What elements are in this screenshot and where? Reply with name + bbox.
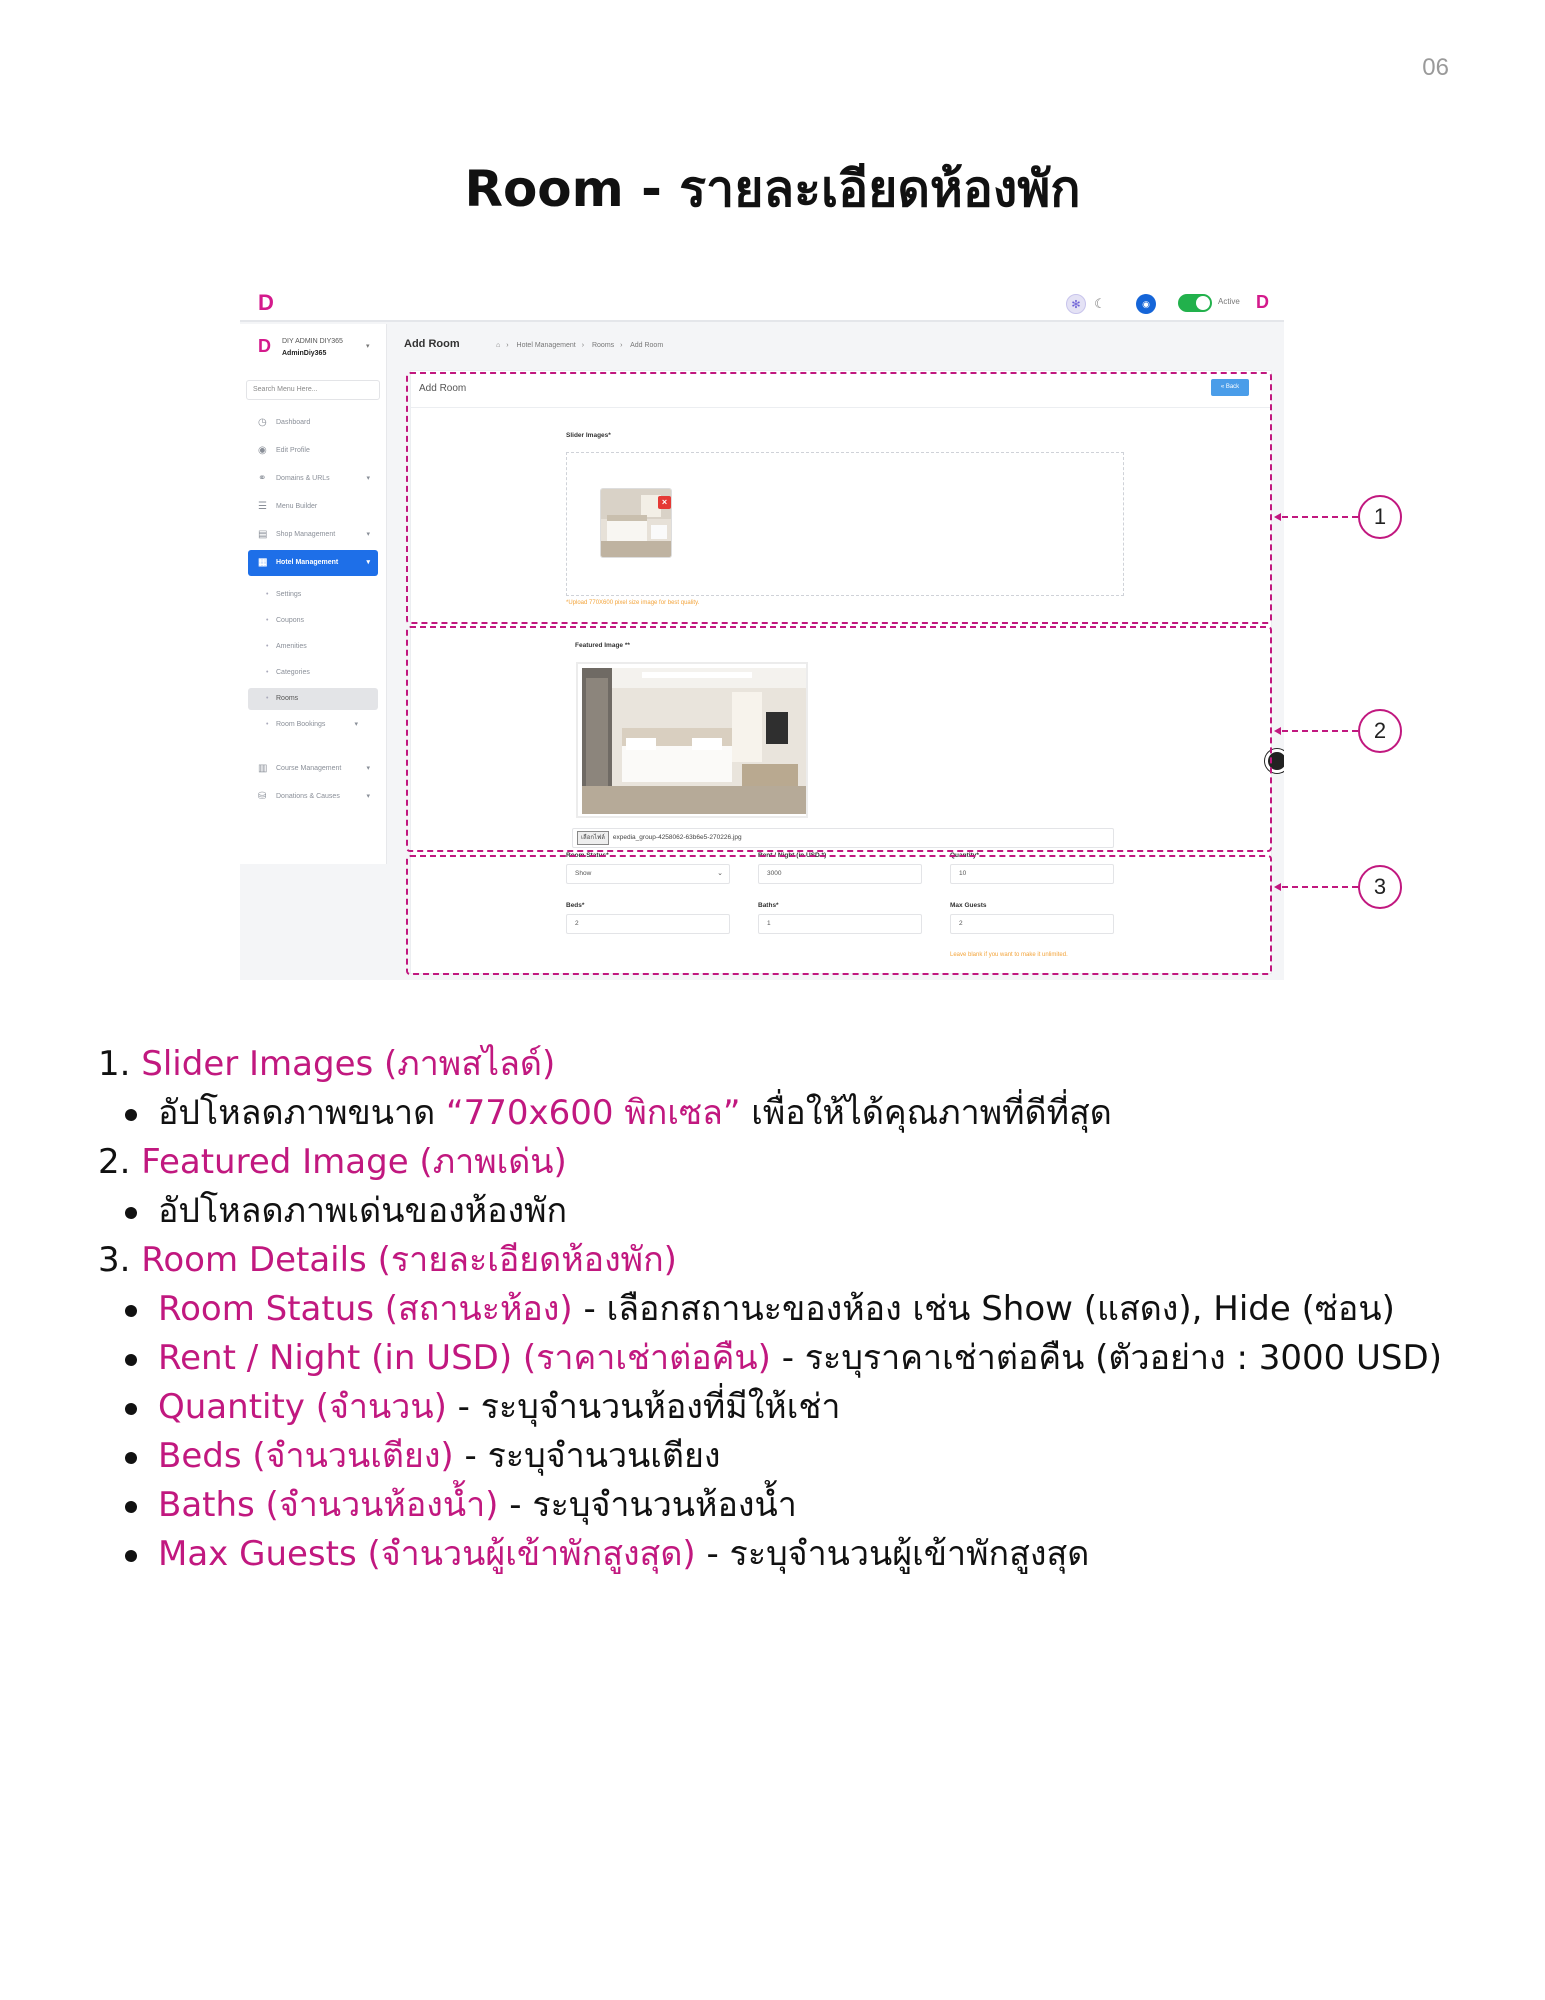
chevron-down-icon: ▾ xyxy=(366,531,370,538)
callout-connector xyxy=(1282,516,1358,518)
chevron-down-icon: ▾ xyxy=(366,765,370,772)
list-item: อัปโหลดภาพขนาด “770x600 พิกเซล” เพื่อให้… xyxy=(98,1089,1498,1138)
callout-zone-slider xyxy=(406,372,1272,624)
user-avatar-logo[interactable]: D xyxy=(1256,292,1269,313)
callout-number: 1 xyxy=(1358,495,1402,539)
sidebar-item-label: Room Bookings xyxy=(276,721,326,728)
chevron-down-icon: ▾ xyxy=(366,475,370,482)
callout-zone-details xyxy=(406,855,1272,975)
chevron-down-icon: ▾ xyxy=(354,721,358,728)
sidebar-subitem-settings[interactable]: Settings xyxy=(248,584,378,606)
list-item: อัปโหลดภาพเด่นของห้องพัก xyxy=(98,1187,1498,1236)
callout-zone-featured xyxy=(406,626,1272,852)
section-heading: 3. Room Details (รายละเอียดห้องพัก) xyxy=(98,1240,677,1280)
sidebar-logo: D xyxy=(258,336,271,356)
light-mode-icon[interactable]: ✻ xyxy=(1066,294,1086,314)
sidebar-item-label: Domains & URLs xyxy=(276,475,330,482)
sidebar-item-shop-management[interactable]: ▤ Shop Management ▾ xyxy=(248,522,378,548)
page-number: 06 xyxy=(1422,54,1449,81)
preview-eye-icon[interactable]: ◉ xyxy=(1136,294,1156,314)
breadcrumb-item: Add Room xyxy=(630,342,664,349)
section-heading: 2. Featured Image (ภาพเด่น) xyxy=(98,1142,567,1182)
callout-number: 2 xyxy=(1358,709,1402,753)
menu-icon: ☰ xyxy=(258,501,267,512)
shop-icon: ▤ xyxy=(258,529,268,540)
top-bar: D ✻ ☾ ◉ Active D xyxy=(240,284,1284,322)
dashboard-icon: ◷ xyxy=(258,417,267,428)
callout-number: 3 xyxy=(1358,865,1402,909)
sidebar-item-label: Course Management xyxy=(276,765,342,772)
list-item: Baths (จำนวนห้องน้ำ) - ระบุจำนวนห้องน้ำ xyxy=(98,1481,1498,1530)
user-name: DIY ADMIN DIY365 xyxy=(282,338,343,345)
sidebar-item-label: Menu Builder xyxy=(276,503,318,510)
list-item: Quantity (จำนวน) - ระบุจำนวนห้องที่มีให้… xyxy=(98,1383,1498,1432)
sidebar-search-input[interactable]: Search Menu Here... xyxy=(246,380,380,400)
user-id: AdminDiy365 xyxy=(282,350,327,357)
sidebar-subitem-rooms[interactable]: Rooms xyxy=(248,688,378,710)
breadcrumb-item[interactable]: Rooms xyxy=(592,342,614,349)
sidebar-item-donations[interactable]: ⛁ Donations & Causes ▾ xyxy=(248,784,378,810)
list-item: Beds (จำนวนเตียง) - ระบุจำนวนเตียง xyxy=(98,1432,1498,1481)
sidebar-subitem-coupons[interactable]: Coupons xyxy=(248,610,378,632)
profile-icon: ◉ xyxy=(258,445,267,456)
chevron-down-icon: ▾ xyxy=(366,793,370,800)
donation-icon: ⛁ xyxy=(258,791,267,802)
list-item: Room Status (สถานะห้อง) - เลือกสถานะของห… xyxy=(98,1285,1498,1334)
sidebar-item-domains[interactable]: ⚭ Domains & URLs ▾ xyxy=(248,466,378,492)
breadcrumb-item[interactable]: Hotel Management xyxy=(517,342,576,349)
sidebar-item-label: Donations & Causes xyxy=(276,793,340,800)
sidebar-subitem-amenities[interactable]: Amenities xyxy=(248,636,378,658)
sidebar-item-label: Dashboard xyxy=(276,419,311,426)
chevron-down-icon: ▾ xyxy=(366,559,370,566)
sidebar: D DIY ADMIN DIY365 AdminDiy365 ▾ Search … xyxy=(240,324,387,864)
sidebar-subitem-room-bookings[interactable]: Room Bookings ▾ xyxy=(248,714,378,736)
sidebar-subitem-categories[interactable]: Categories xyxy=(248,662,378,684)
active-label: Active xyxy=(1218,297,1240,306)
course-icon: ▥ xyxy=(258,763,268,774)
sidebar-item-label: Shop Management xyxy=(276,531,336,538)
sidebar-item-menu-builder[interactable]: ☰ Menu Builder xyxy=(248,494,378,520)
list-item: Max Guests (จำนวนผู้เข้าพักสูงสุด) - ระบ… xyxy=(98,1530,1498,1579)
breadcrumb: ⌂ › Hotel Management › Rooms › Add Room xyxy=(496,342,664,349)
sidebar-item-label: Edit Profile xyxy=(276,447,310,454)
page-title: Room - รายละเอียดห้องพัก xyxy=(464,160,1081,218)
arrow-left-icon xyxy=(1274,513,1281,521)
arrow-left-icon xyxy=(1274,883,1281,891)
sidebar-item-label: Hotel Management xyxy=(276,559,339,566)
dark-mode-icon[interactable]: ☾ xyxy=(1090,294,1110,314)
sidebar-user[interactable]: DIY ADMIN DIY365 AdminDiy365 xyxy=(282,336,343,360)
sidebar-item-dashboard[interactable]: ◷ Dashboard xyxy=(248,410,378,436)
callout-connector xyxy=(1282,886,1358,888)
callout-connector xyxy=(1282,730,1358,732)
sidebar-item-edit-profile[interactable]: ◉ Edit Profile xyxy=(248,438,378,464)
chevron-down-icon[interactable]: ▾ xyxy=(366,342,370,350)
sidebar-item-course-management[interactable]: ▥ Course Management ▾ xyxy=(248,756,378,782)
section-heading: 1. Slider Images (ภาพสไลด์) xyxy=(98,1044,556,1084)
sidebar-item-hotel-management[interactable]: ▦ Hotel Management ▾ xyxy=(248,550,378,576)
link-icon: ⚭ xyxy=(258,473,267,484)
arrow-left-icon xyxy=(1274,727,1281,735)
home-icon[interactable]: ⌂ xyxy=(496,342,500,349)
brand-logo[interactable]: D xyxy=(258,290,274,316)
hotel-icon: ▦ xyxy=(258,557,268,568)
page-header-title: Add Room xyxy=(404,338,460,350)
description-list: 1. Slider Images (ภาพสไลด์) อัปโหลดภาพขน… xyxy=(98,1040,1498,1579)
active-toggle[interactable] xyxy=(1178,294,1212,312)
list-item: Rent / Night (in USD) (ราคาเช่าต่อคืน) -… xyxy=(98,1334,1498,1383)
